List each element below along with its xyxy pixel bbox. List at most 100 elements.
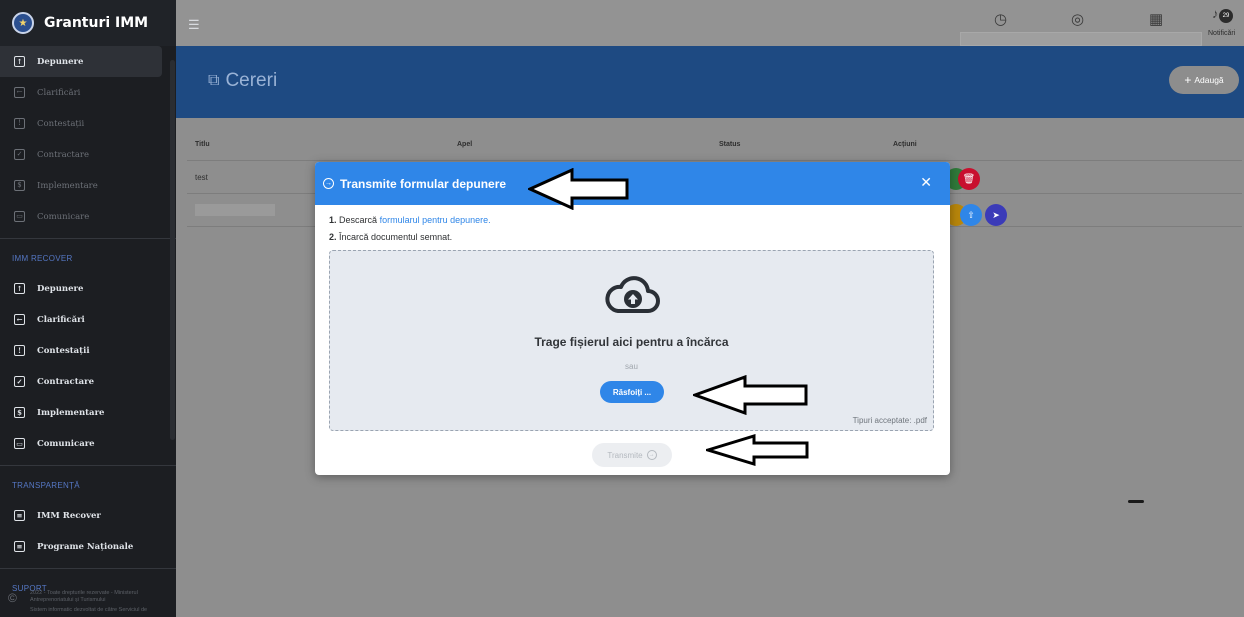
top-search-field[interactable] <box>960 32 1202 46</box>
sidebar-item-label: IMM Recover <box>37 510 101 521</box>
file-dropzone[interactable]: Trage fișierul aici pentru a încărca sau… <box>329 250 934 431</box>
modal-title: Transmite formular depunere <box>340 176 507 191</box>
sidebar: ★ Granturi IMM ↑ Depunere ← Clarificări … <box>0 0 176 617</box>
send-icon: ➤ <box>992 209 1000 220</box>
sidebar-item-recover-comunicare[interactable]: ▭ Comunicare <box>0 428 176 459</box>
arrow-box-icon: ← <box>14 314 25 325</box>
exclamation-box-icon: ! <box>14 118 25 129</box>
footer-system: Sistem informatic dezvoltat de către Ser… <box>30 607 148 613</box>
chat-icon: ▭ <box>14 211 25 222</box>
sidebar-item-recover-contestatii[interactable]: ! Contestații <box>0 335 176 366</box>
sidebar-item-label: Contractare <box>37 376 95 387</box>
modal-steps: 1. Descarcă formularul pentru depunere. … <box>315 205 950 246</box>
add-button-label: Adaugă <box>1194 75 1224 85</box>
notification-badge[interactable]: 29 <box>1219 9 1233 23</box>
sidebar-item-label: Depunere <box>37 56 84 67</box>
sidebar-item-label: Depunere <box>37 283 84 294</box>
row-placeholder <box>195 204 275 216</box>
arrow-right-circle-icon: → <box>323 178 334 189</box>
sidebar-item-label: Clarificări <box>37 87 81 98</box>
sidebar-item-label: Implementare <box>37 407 105 418</box>
table-header: Titlu Apel Status Acțiuni <box>187 128 1242 161</box>
section-transparenta: TRANSPARENȚĂ <box>12 480 80 490</box>
check-box-icon: ✓ <box>14 376 25 387</box>
section-imm-recover: IMM RECOVER <box>12 253 73 263</box>
sidebar-item-recover-clarificari[interactable]: ← Clarificări <box>0 304 176 335</box>
hamburger-menu-icon[interactable]: ☰ <box>188 17 200 33</box>
arrow-right-circle-icon: → <box>646 450 657 460</box>
topbar: ☰ ◷ ◎ ▦ ♪ 29 Notificări <box>176 0 1244 46</box>
check-box-icon: ✓ <box>14 149 25 160</box>
sidebar-item-label: Implementare <box>37 180 98 191</box>
upload-box-icon: ↑ <box>14 56 25 67</box>
brand[interactable]: ★ Granturi IMM <box>0 0 176 46</box>
send-button[interactable]: ➤ <box>985 204 1007 226</box>
stray-mark <box>1128 500 1144 503</box>
cloud-upload-icon: ⇧ <box>967 209 975 220</box>
add-button[interactable]: + Adaugă <box>1169 66 1239 94</box>
browse-button[interactable]: Răsfoiți ... <box>600 381 664 403</box>
exclamation-box-icon: ! <box>14 345 25 356</box>
sidebar-scrollbar[interactable] <box>170 60 175 440</box>
sidebar-item-contestatii[interactable]: ! Contestații <box>0 108 176 139</box>
page-header: ⧉ Cereri + Adaugă <box>176 46 1244 118</box>
download-form-link[interactable]: formularul pentru depunere. <box>380 215 491 225</box>
sidebar-item-label: Programe Naționale <box>37 541 134 552</box>
close-icon[interactable]: ✕ <box>920 174 932 191</box>
column-header-status[interactable]: Status <box>719 141 893 148</box>
step-2-text: Încarcă documentul semnat. <box>339 232 453 242</box>
sidebar-item-implementare[interactable]: $ Implementare <box>0 170 176 201</box>
sidebar-item-comunicare[interactable]: ▭ Comunicare <box>0 201 176 232</box>
sidebar-item-recover-implementare[interactable]: $ Implementare <box>0 397 176 428</box>
submit-form-modal: → Transmite formular depunere ✕ 1. Desca… <box>315 162 950 475</box>
building-icon[interactable]: ▦ <box>1149 10 1163 28</box>
brand-title: Granturi IMM <box>44 15 149 31</box>
arrow-box-icon: ← <box>14 87 25 98</box>
submit-button-label: Transmite <box>607 450 643 460</box>
chat-icon: ▭ <box>14 438 25 449</box>
step-1-text: Descarcă <box>339 215 378 225</box>
clock-icon[interactable]: ◷ <box>994 10 1007 28</box>
sidebar-item-label: Comunicare <box>37 211 90 222</box>
modal-header: → Transmite formular depunere ✕ <box>315 162 950 205</box>
notification-label[interactable]: Notificări <box>1208 30 1235 37</box>
dropzone-title: Trage fișierul aici pentru a încărca <box>534 335 729 349</box>
page-title-text: Cereri <box>225 70 278 91</box>
bell-icon[interactable]: ♪ <box>1212 6 1219 21</box>
dollar-box-icon: $ <box>14 407 25 418</box>
cloud-upload-button[interactable]: ⇧ <box>960 204 982 226</box>
coat-of-arms-logo-icon: ★ <box>12 12 34 34</box>
sidebar-item-recover-contractare[interactable]: ✓ Contractare <box>0 366 176 397</box>
sidebar-item-depunere[interactable]: ↑ Depunere <box>0 46 162 77</box>
column-header-apel[interactable]: Apel <box>457 141 719 148</box>
dropzone-or: sau <box>625 362 638 371</box>
annotation-arrow-icon <box>706 434 809 466</box>
sidebar-item-label: Comunicare <box>37 438 95 449</box>
delete-button[interactable]: 🗑 <box>958 168 980 190</box>
sidebar-item-imm-recover[interactable]: ≡ IMM Recover <box>0 500 176 531</box>
upload-box-icon: ↑ <box>14 283 25 294</box>
footer-copyright: 2022 - Toate drepturile rezervate - Mini… <box>30 590 138 603</box>
step-1: 1. Descarcă formularul pentru depunere. <box>329 212 936 229</box>
column-header-actiuni: Acțiuni <box>893 140 917 148</box>
sidebar-item-label: Clarificări <box>37 314 85 325</box>
trash-icon: 🗑 <box>962 173 976 185</box>
column-header-titlu[interactable]: Titlu <box>187 141 457 148</box>
annotation-arrow-icon <box>693 375 808 415</box>
step-1-number: 1. <box>329 215 337 225</box>
submit-button[interactable]: Transmite → <box>592 443 672 467</box>
copyright-icon: © <box>8 591 17 605</box>
sidebar-item-label: Contestații <box>37 118 85 129</box>
annotation-arrow-icon <box>528 168 629 210</box>
sidebar-divider <box>0 238 176 239</box>
sidebar-item-programe-nationale[interactable]: ≡ Programe Naționale <box>0 531 176 562</box>
sidebar-item-label: Contestații <box>37 345 90 356</box>
sidebar-item-clarificari[interactable]: ← Clarificări <box>0 77 176 108</box>
document-list-icon: ≡ <box>14 510 25 521</box>
user-circle-icon[interactable]: ◎ <box>1071 10 1084 28</box>
document-list-icon: ≡ <box>14 541 25 552</box>
sidebar-item-recover-depunere[interactable]: ↑ Depunere <box>0 273 176 304</box>
plus-icon: + <box>1184 73 1192 87</box>
sidebar-item-contractare[interactable]: ✓ Contractare <box>0 139 176 170</box>
step-2-number: 2. <box>329 232 337 242</box>
